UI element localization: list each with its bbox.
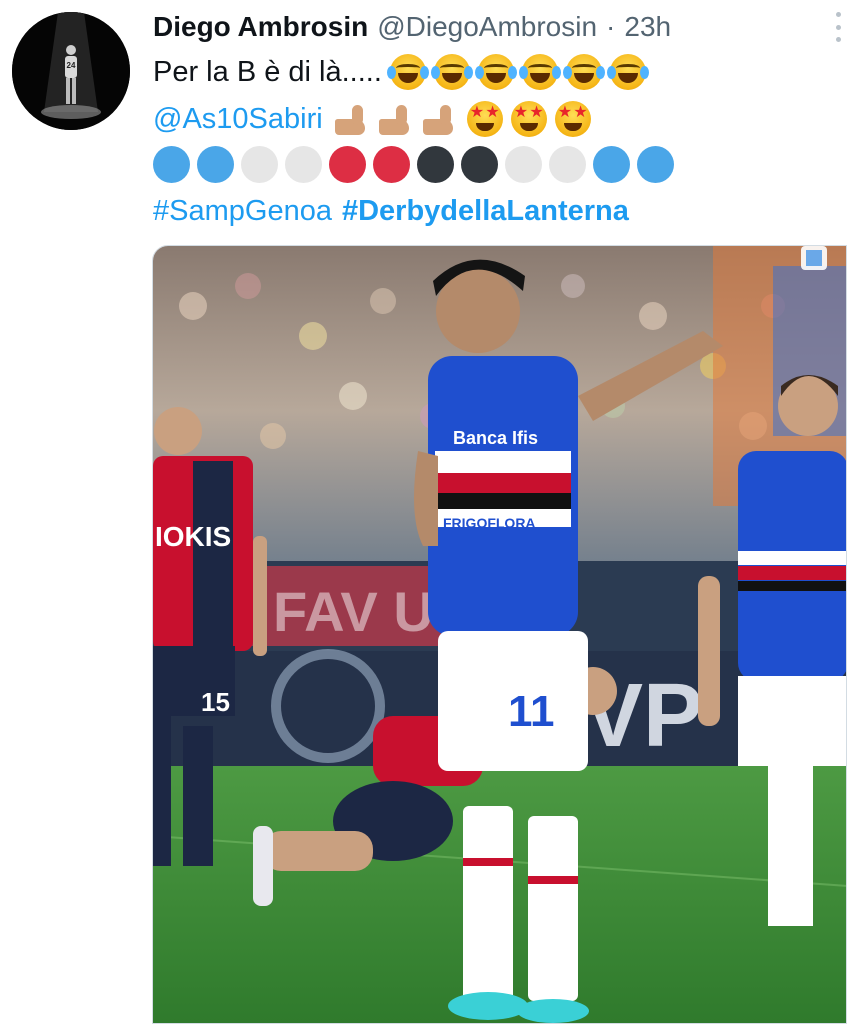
hashtags-line: #SampGenoa #DerbydellaLanterna: [153, 190, 629, 232]
colored-circle-icon: [285, 145, 322, 183]
colored-circle-icon: [461, 145, 498, 183]
shorts-number: 15: [201, 687, 230, 717]
mention-link[interactable]: @As10Sabiri: [153, 103, 323, 136]
author-avatar[interactable]: 24: [12, 12, 130, 130]
hashtag-sampgenoa-link[interactable]: #SampGenoa: [153, 195, 332, 228]
star-struck-icon: [466, 101, 503, 137]
face-with-tears-of-joy-icon: [606, 54, 649, 90]
color-circles-row: [153, 143, 681, 185]
colored-circle-icon: [153, 145, 190, 183]
jersey-number: 11: [508, 687, 555, 736]
star-struck-icon: [554, 101, 591, 137]
colored-circle-icon: [417, 145, 454, 183]
colored-circle-icon: [329, 145, 366, 183]
flexed-biceps-icon: [333, 100, 371, 138]
author-name[interactable]: Diego Ambrosin: [153, 11, 368, 43]
colored-circle-icon: [197, 145, 234, 183]
tweet-header: Diego Ambrosin @DiegoAmbrosin · 23h: [153, 10, 671, 44]
star-struck-icon: [510, 101, 547, 137]
opponent-sponsor: IOKIS: [155, 521, 231, 552]
tweet-timestamp[interactable]: 23h: [624, 11, 671, 43]
tweet-text-line-1: Per la B è di là.....: [153, 52, 649, 92]
colored-circle-icon: [637, 145, 674, 183]
tweet-text: Per la B è di là.....: [153, 55, 382, 88]
face-with-tears-of-joy-icon: [518, 54, 561, 90]
colored-circle-icon: [549, 145, 586, 183]
more-options-icon[interactable]: [833, 12, 843, 42]
author-handle[interactable]: @DiegoAmbrosin: [377, 11, 597, 43]
face-with-tears-of-joy-icon: [386, 54, 429, 90]
avatar-image: 24: [12, 12, 130, 130]
hashtag-derby-link[interactable]: #DerbydellaLanterna: [342, 195, 629, 228]
separator-dot: ·: [606, 11, 616, 42]
avatar-jersey-number: 24: [67, 61, 76, 70]
flexed-biceps-icon: [377, 100, 415, 138]
tweet-photo[interactable]: FAV URS VP IOKIS 15 Banca Ifis FRIGOFLOR…: [152, 245, 847, 1024]
face-with-tears-of-joy-icon: [474, 54, 517, 90]
colored-circle-icon: [505, 145, 542, 183]
tweet-text-line-2: @As10Sabiri: [153, 98, 591, 140]
face-with-tears-of-joy-icon: [430, 54, 473, 90]
flexed-biceps-icon: [421, 100, 459, 138]
colored-circle-icon: [241, 145, 278, 183]
colored-circle-icon: [593, 145, 630, 183]
jersey-sponsor-small: FRIGOFLORA: [443, 515, 536, 531]
jersey-sponsor: Banca Ifis: [453, 428, 538, 448]
football-photo: FAV URS VP IOKIS 15 Banca Ifis FRIGOFLOR…: [153, 246, 846, 1023]
colored-circle-icon: [373, 145, 410, 183]
face-with-tears-of-joy-icon: [562, 54, 605, 90]
